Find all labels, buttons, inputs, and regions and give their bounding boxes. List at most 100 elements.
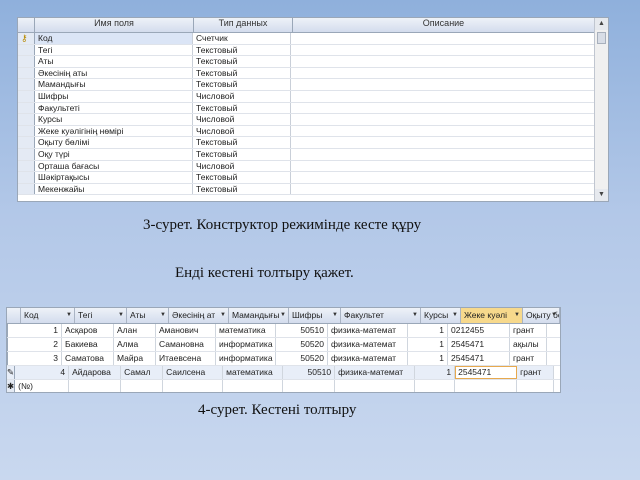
select-all-corner[interactable] bbox=[7, 308, 21, 323]
design-field-row[interactable]: Шәкіртақысы Текстовый bbox=[18, 172, 594, 184]
table-cell[interactable]: информатика bbox=[216, 352, 276, 365]
column-header[interactable]: Код ▼ bbox=[21, 308, 75, 323]
table-cell[interactable]: Итаевсена bbox=[156, 352, 216, 365]
column-header[interactable]: Жеке куәлі ▼ bbox=[461, 308, 523, 323]
row-selector[interactable] bbox=[18, 137, 35, 148]
data-type-cell[interactable]: Текстовый bbox=[193, 79, 291, 90]
design-field-row[interactable]: ⚷ Код Счетчик bbox=[18, 33, 594, 45]
data-type-cell[interactable]: Числовой bbox=[193, 125, 291, 137]
table-row[interactable]: ✎ 4 Айдарова Самал Саилсена математика 50510 фи… bbox=[7, 366, 560, 380]
row-selector[interactable] bbox=[18, 125, 35, 137]
design-field-row[interactable]: Факультеті Текстовый bbox=[18, 102, 594, 115]
description-cell[interactable] bbox=[291, 45, 594, 56]
table-cell[interactable] bbox=[163, 380, 224, 392]
data-type-cell[interactable]: Текстовый bbox=[193, 148, 291, 160]
table-cell[interactable]: 50520 bbox=[276, 338, 328, 351]
table-cell[interactable]: 1 bbox=[8, 324, 62, 337]
description-cell[interactable] bbox=[291, 91, 594, 102]
table-row[interactable]: 2 Бакиева Алма Самановна информатика 50520 физ… bbox=[7, 338, 560, 352]
field-name-cell[interactable]: Оқу түрі bbox=[35, 148, 193, 160]
dropdown-arrow-icon[interactable]: ▼ bbox=[220, 308, 226, 323]
field-name-cell[interactable]: Мекенжайы bbox=[35, 183, 193, 195]
dropdown-arrow-icon[interactable]: ▼ bbox=[551, 308, 557, 323]
table-cell[interactable]: 1 bbox=[408, 352, 448, 365]
row-selector[interactable] bbox=[18, 44, 35, 56]
table-cell[interactable]: 50510 bbox=[276, 324, 328, 337]
row-selector[interactable]: ⚷ bbox=[18, 33, 35, 44]
data-type-cell[interactable]: Счетчик bbox=[193, 33, 291, 44]
data-type-cell[interactable]: Числовой bbox=[193, 90, 291, 102]
description-cell[interactable] bbox=[291, 68, 594, 79]
table-cell[interactable] bbox=[455, 380, 518, 392]
row-selector[interactable] bbox=[18, 114, 35, 125]
description-cell[interactable] bbox=[291, 114, 594, 125]
data-type-cell[interactable]: Числовой bbox=[193, 114, 291, 125]
data-type-cell[interactable]: Текстовый bbox=[193, 137, 291, 148]
description-cell[interactable] bbox=[291, 126, 594, 137]
column-header[interactable]: Мамандығы ▼ bbox=[229, 308, 289, 323]
table-cell[interactable]: математика bbox=[223, 366, 284, 379]
field-name-cell[interactable]: Шифры bbox=[35, 90, 193, 102]
design-field-row[interactable]: Курсы Числовой bbox=[18, 114, 594, 126]
table-row[interactable]: 3 Саматова Майра Итаевсена информатика 50520 ф… bbox=[7, 352, 560, 366]
design-field-row[interactable]: Жеке куәлігінің нөмірі Числовой bbox=[18, 125, 594, 138]
row-selector[interactable] bbox=[18, 172, 35, 183]
design-field-row[interactable]: Әкесінің аты Текстовый bbox=[18, 67, 594, 80]
table-cell[interactable]: физика-математ bbox=[335, 366, 416, 379]
pencil-icon[interactable]: ✎ bbox=[7, 366, 16, 379]
table-cell[interactable]: 1 bbox=[408, 338, 448, 351]
column-header[interactable]: Оқыту бө ▼ bbox=[523, 308, 560, 323]
scroll-down-icon[interactable]: ▼ bbox=[595, 189, 608, 201]
table-cell[interactable]: ақылы bbox=[510, 338, 547, 351]
scroll-up-icon[interactable]: ▲ bbox=[595, 18, 608, 30]
table-cell[interactable]: Аманович bbox=[156, 324, 216, 337]
table-cell[interactable]: математика bbox=[216, 324, 276, 337]
asterisk-icon[interactable]: ✱ bbox=[7, 380, 16, 392]
row-selector[interactable] bbox=[18, 90, 35, 102]
field-name-cell[interactable]: Мамандығы bbox=[35, 79, 193, 90]
field-name-cell[interactable]: Факультеті bbox=[35, 102, 193, 114]
row-selector[interactable] bbox=[18, 67, 35, 79]
table-cell[interactable]: грант bbox=[517, 366, 555, 379]
table-cell[interactable] bbox=[283, 380, 336, 392]
table-cell[interactable]: грант bbox=[510, 352, 547, 365]
header-description[interactable]: Описание bbox=[293, 18, 594, 32]
table-cell[interactable]: 4 bbox=[15, 366, 70, 379]
row-selector[interactable] bbox=[18, 56, 35, 67]
design-field-row[interactable]: Аты Текстовый bbox=[18, 56, 594, 68]
table-cell[interactable]: 2545471 bbox=[455, 366, 518, 379]
design-field-row[interactable]: Тегі Текстовый bbox=[18, 44, 594, 57]
description-cell[interactable] bbox=[291, 184, 594, 195]
data-type-cell[interactable]: Текстовый bbox=[193, 183, 291, 195]
description-cell[interactable] bbox=[291, 137, 594, 148]
row-selector[interactable] bbox=[18, 160, 35, 172]
table-cell[interactable]: 2545471 bbox=[448, 352, 510, 365]
field-name-cell[interactable]: Тегі bbox=[35, 44, 193, 56]
field-name-cell[interactable]: Оқыту бөлімі bbox=[35, 137, 193, 148]
table-row[interactable]: 1 Асқаров Алан Аманович математика 50510 физик… bbox=[7, 324, 560, 338]
field-name-cell[interactable]: Орташа бағасы bbox=[35, 160, 193, 172]
dropdown-arrow-icon[interactable]: ▼ bbox=[66, 308, 72, 323]
data-type-cell[interactable]: Числовой bbox=[193, 160, 291, 172]
table-cell[interactable]: физика-математ bbox=[328, 352, 408, 365]
dropdown-arrow-icon[interactable]: ▼ bbox=[118, 308, 124, 323]
description-cell[interactable] bbox=[291, 56, 594, 67]
column-header[interactable]: Курсы ▼ bbox=[421, 308, 461, 323]
design-field-row[interactable]: Шифры Числовой bbox=[18, 90, 594, 103]
design-field-row[interactable]: Мекенжайы Текстовый bbox=[18, 183, 594, 196]
row-selector[interactable] bbox=[18, 148, 35, 160]
table-cell[interactable] bbox=[121, 380, 164, 392]
table-cell[interactable]: 2 bbox=[8, 338, 62, 351]
row-selector[interactable] bbox=[18, 102, 35, 114]
dropdown-arrow-icon[interactable]: ▼ bbox=[280, 308, 286, 323]
table-cell[interactable]: 3 bbox=[8, 352, 62, 365]
field-name-cell[interactable]: Аты bbox=[35, 56, 193, 67]
row-selector[interactable] bbox=[18, 79, 35, 90]
data-type-cell[interactable]: Текстовый bbox=[193, 102, 291, 114]
data-type-cell[interactable]: Текстовый bbox=[193, 172, 291, 183]
description-cell[interactable] bbox=[291, 161, 594, 172]
table-cell[interactable] bbox=[415, 380, 456, 392]
description-cell[interactable] bbox=[291, 149, 594, 160]
table-cell[interactable] bbox=[223, 380, 284, 392]
table-cell[interactable]: 50510 bbox=[283, 366, 336, 379]
